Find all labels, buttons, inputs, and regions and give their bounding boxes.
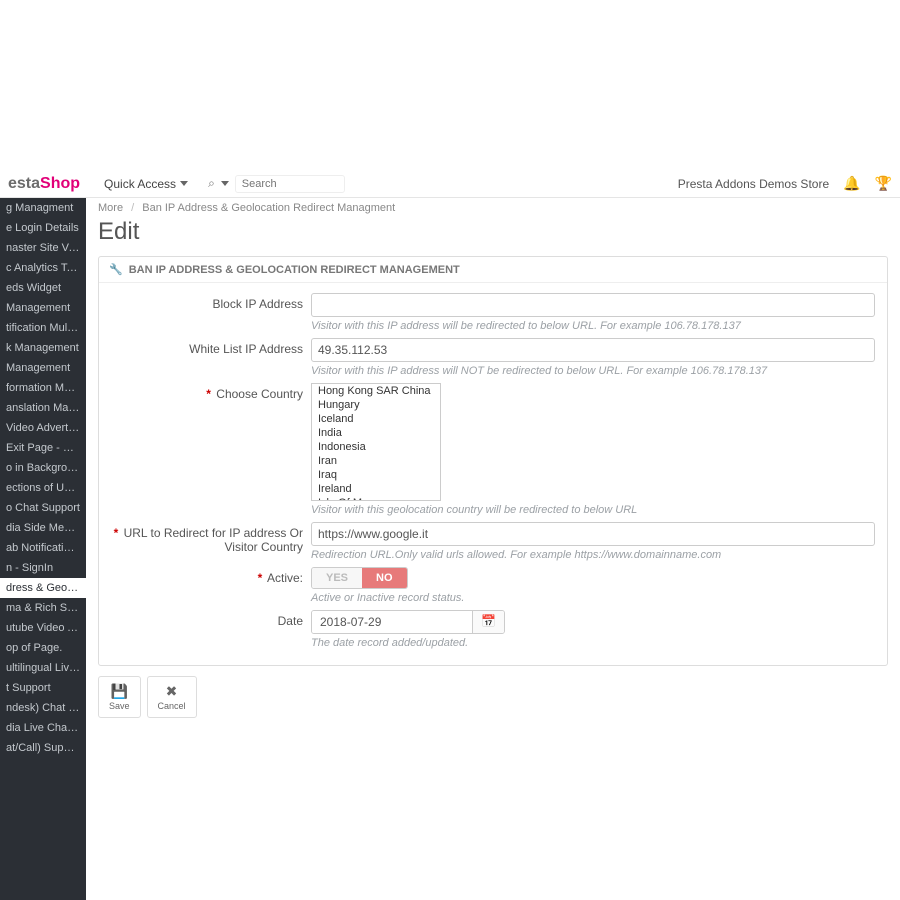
sidebar-item[interactable]: at/Call) Support (0, 738, 86, 758)
panel-title: BAN IP ADDRESS & GEOLOCATION REDIRECT MA… (129, 264, 460, 276)
help-text: Visitor with this IP address will NOT be… (311, 365, 875, 377)
breadcrumb-item[interactable]: Ban IP Address & Geolocation Redirect Ma… (142, 202, 395, 214)
search-icon[interactable]: ⌕ (208, 176, 215, 191)
trophy-icon[interactable]: 🏆 (875, 175, 892, 192)
sidebar-item[interactable]: dia Side Menu Links (0, 518, 86, 538)
country-option[interactable]: Isle Of Man (312, 496, 440, 501)
sidebar-item[interactable]: o Chat Support (0, 498, 86, 518)
sidebar-item[interactable]: tification Multilingual (0, 318, 86, 338)
save-icon: 💾 (111, 683, 128, 700)
search-input[interactable] (235, 175, 345, 193)
sidebar-item[interactable]: e Login Details (0, 218, 86, 238)
sidebar-item-active[interactable]: dress & Geolocation… (0, 578, 86, 598)
logo: estaShop (8, 175, 98, 193)
logo-text: esta (8, 175, 40, 192)
field-label: Date (111, 610, 311, 628)
sidebar-item[interactable]: ma & Rich Snippet (0, 598, 86, 618)
save-button[interactable]: 💾 Save (98, 676, 141, 718)
logo-accent: Shop (40, 175, 80, 192)
sidebar-item[interactable]: n - SignIn (0, 558, 86, 578)
block-ip-input[interactable] (311, 293, 875, 317)
redirect-url-input[interactable] (311, 522, 875, 546)
required-marker: * (258, 571, 263, 585)
country-option[interactable]: Iceland (312, 412, 440, 426)
field-label: * Active: (111, 567, 311, 585)
chevron-down-icon[interactable] (221, 181, 229, 186)
sidebar-item[interactable]: Management (0, 298, 86, 318)
sidebar-item[interactable]: t Support (0, 678, 86, 698)
date-input[interactable] (312, 611, 472, 633)
breadcrumb-item[interactable]: More (98, 202, 123, 214)
whitelist-ip-input[interactable] (311, 338, 875, 362)
help-text: The date record added/updated. (311, 637, 875, 649)
store-name[interactable]: Presta Addons Demos Store (678, 177, 829, 191)
cancel-button[interactable]: ✖ Cancel (147, 676, 197, 718)
sidebar-item[interactable]: g Managment (0, 198, 86, 218)
required-marker: * (206, 387, 211, 401)
sidebar-item[interactable]: ndesk) Chat Support (0, 698, 86, 718)
active-toggle[interactable]: YES NO (311, 567, 408, 589)
toggle-no[interactable]: NO (362, 568, 407, 588)
help-text: Visitor with this geolocation country wi… (311, 504, 875, 516)
required-marker: * (114, 526, 119, 540)
sidebar-item[interactable]: Management (0, 358, 86, 378)
quick-access-menu[interactable]: Quick Access (98, 177, 194, 191)
cancel-label: Cancel (158, 701, 186, 711)
breadcrumb-separator: / (131, 202, 134, 214)
close-icon: ✖ (166, 683, 178, 700)
country-option[interactable]: Iraq (312, 468, 440, 482)
sidebar-item[interactable]: Exit Page - On Brow… (0, 438, 86, 458)
sidebar-item[interactable]: k Management (0, 338, 86, 358)
country-listbox[interactable]: Hong Kong SAR China Hungary Iceland Indi… (311, 383, 441, 501)
country-option[interactable]: Indonesia (312, 440, 440, 454)
field-label: White List IP Address (111, 338, 311, 356)
breadcrumb: More / Ban IP Address & Geolocation Redi… (98, 202, 888, 214)
help-text: Visitor with this IP address will be red… (311, 320, 875, 332)
field-label: * Choose Country (111, 383, 311, 401)
field-label: Block IP Address (111, 293, 311, 311)
field-label: * URL to Redirect for IP address Or Visi… (111, 522, 311, 554)
calendar-icon[interactable]: 📅 (472, 611, 504, 633)
toggle-yes[interactable]: YES (312, 568, 362, 588)
country-option[interactable]: Hungary (312, 398, 440, 412)
form-panel: 🔧 BAN IP ADDRESS & GEOLOCATION REDIRECT … (98, 256, 888, 666)
country-option[interactable]: Hong Kong SAR China (312, 384, 440, 398)
save-label: Save (109, 701, 130, 711)
bell-icon[interactable]: 🔔 (843, 175, 860, 192)
sidebar-item[interactable]: utube Video Ads (0, 618, 86, 638)
quick-access-label: Quick Access (104, 177, 176, 191)
chevron-down-icon (180, 181, 188, 186)
country-option[interactable]: Iran (312, 454, 440, 468)
sidebar-item[interactable]: dia Live Chat Support (0, 718, 86, 738)
wrench-icon: 🔧 (109, 263, 123, 276)
sidebar-item[interactable]: ab Notifications (0, 538, 86, 558)
sidebar-item[interactable]: ections of URLS (0, 478, 86, 498)
sidebar-item[interactable]: o in Background (0, 458, 86, 478)
sidebar-item[interactable]: anslation Manage… (0, 398, 86, 418)
sidebar-item[interactable]: ultilingual Live Chat… (0, 658, 86, 678)
sidebar-item[interactable]: naster Site Verification (0, 238, 86, 258)
page-title: Edit (98, 218, 888, 246)
sidebar-item[interactable]: formation Manage… (0, 378, 86, 398)
help-text: Active or Inactive record status. (311, 592, 875, 604)
sidebar-item[interactable]: Video Advertisement (0, 418, 86, 438)
country-option[interactable]: India (312, 426, 440, 440)
sidebar-item[interactable]: op of Page. (0, 638, 86, 658)
sidebar-item[interactable]: eds Widget (0, 278, 86, 298)
country-option[interactable]: Ireland (312, 482, 440, 496)
sidebar: g Managment e Login Details naster Site … (0, 198, 86, 900)
sidebar-item[interactable]: c Analytics Tool (0, 258, 86, 278)
panel-heading: 🔧 BAN IP ADDRESS & GEOLOCATION REDIRECT … (99, 257, 887, 283)
help-text: Redirection URL.Only valid urls allowed.… (311, 549, 875, 561)
